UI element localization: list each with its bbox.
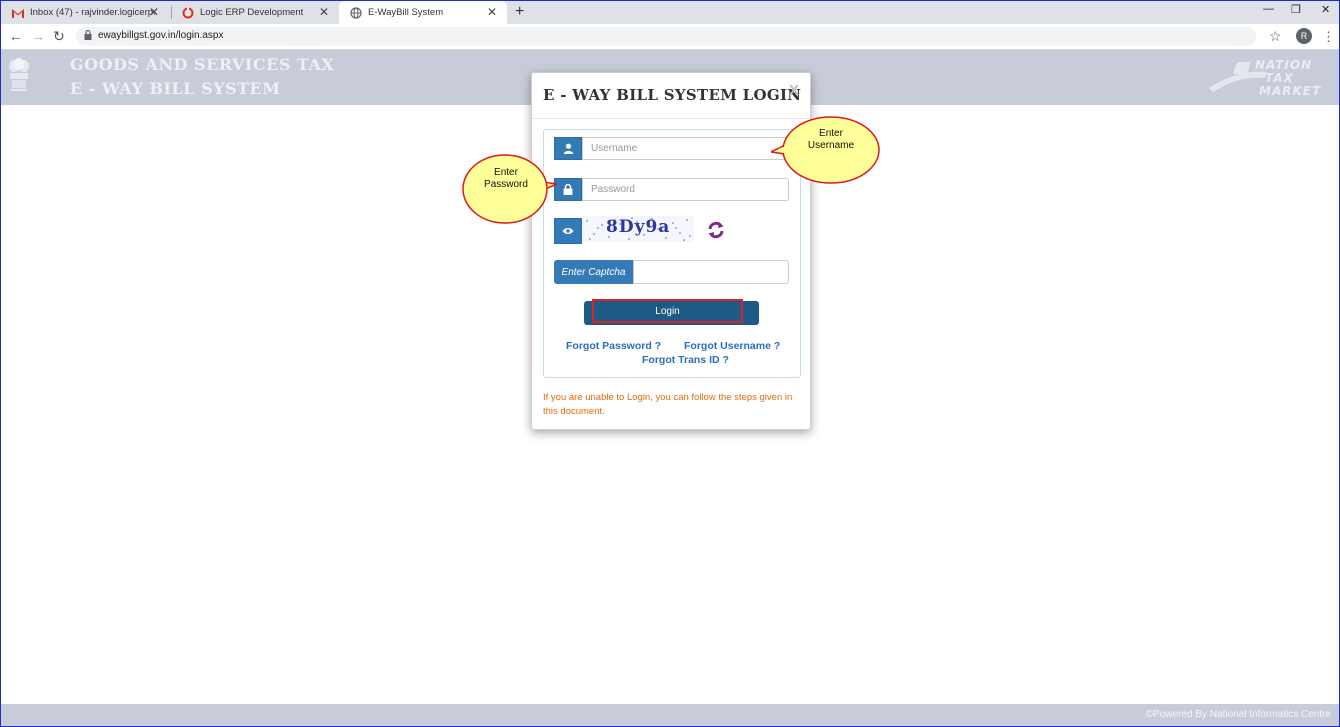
profile-avatar[interactable]: R bbox=[1296, 28, 1312, 44]
address-bar[interactable]: ewaybillgst.gov.in/login.aspx bbox=[76, 27, 1256, 46]
new-tab-button[interactable]: + bbox=[515, 3, 524, 21]
forgot-trans-id-link[interactable]: Forgot Trans ID ? bbox=[642, 354, 729, 366]
tab-logic-erp[interactable]: Logic ERP Development ✕ bbox=[171, 1, 339, 24]
tab-title: Logic ERP Development bbox=[200, 7, 304, 18]
close-tab-icon[interactable]: ✕ bbox=[149, 5, 159, 19]
close-window-icon[interactable]: ✕ bbox=[1321, 3, 1330, 16]
tab-eway-bill[interactable]: E-WayBill System ✕ bbox=[339, 1, 507, 24]
close-tab-icon[interactable]: ✕ bbox=[487, 5, 497, 19]
gmail-icon bbox=[11, 6, 24, 19]
login-modal: E - WAY BILL SYSTEM LOGIN X Username 8Dy… bbox=[531, 72, 811, 430]
captcha-eye-group bbox=[554, 218, 582, 244]
modal-divider bbox=[532, 118, 810, 119]
bookmark-star-icon[interactable]: ☆ bbox=[1269, 28, 1282, 45]
password-callout: Enter Password bbox=[461, 154, 557, 226]
forward-icon[interactable]: → bbox=[31, 28, 45, 44]
page-footer: ©Powered By National Informatics Centre bbox=[1, 704, 1339, 726]
captcha-input-group: Enter Captcha bbox=[554, 260, 789, 284]
globe-icon bbox=[349, 6, 362, 19]
tab-strip: Inbox (47) - rajvinder.logicerp@g ✕ Logi… bbox=[1, 1, 1339, 24]
login-form-panel: 8Dy9a Enter Captcha Login Forgot Passwor… bbox=[543, 129, 801, 378]
tab-title: Inbox (47) - rajvinder.logicerp@g bbox=[30, 7, 155, 18]
forgot-password-link[interactable]: Forgot Password ? bbox=[566, 340, 661, 352]
navigation-bar: ← → ↻ ewaybillgst.gov.in/login.aspx ☆ R … bbox=[1, 24, 1339, 50]
menu-kebab-icon[interactable]: ⋮ bbox=[1322, 29, 1335, 45]
user-icon bbox=[554, 137, 582, 160]
password-group bbox=[554, 178, 789, 201]
refresh-captcha-icon[interactable] bbox=[706, 220, 726, 240]
lock-icon bbox=[84, 29, 92, 42]
header-title-line2: E - WAY BILL SYSTEM bbox=[70, 79, 281, 98]
national-emblem-icon bbox=[9, 58, 29, 91]
url-text: ewaybillgst.gov.in/login.aspx bbox=[98, 30, 224, 41]
nation-tax-market-logo: NATION TAX MARKET bbox=[1207, 58, 1327, 100]
password-input[interactable] bbox=[582, 178, 789, 201]
login-button[interactable]: Login bbox=[584, 299, 759, 325]
browser-window: Inbox (47) - rajvinder.logicerp@g ✕ Logi… bbox=[0, 0, 1340, 727]
modal-title: E - WAY BILL SYSTEM LOGIN bbox=[543, 86, 802, 104]
captcha-label: Enter Captcha bbox=[554, 260, 633, 284]
lock-icon bbox=[554, 178, 582, 201]
restore-icon[interactable]: ❐ bbox=[1291, 3, 1301, 16]
minimize-icon[interactable]: — bbox=[1263, 3, 1274, 15]
close-tab-icon[interactable]: ✕ bbox=[319, 5, 329, 19]
logic-erp-icon bbox=[181, 6, 194, 19]
forgot-username-link[interactable]: Forgot Username ? bbox=[684, 340, 780, 352]
close-modal-button[interactable]: X bbox=[789, 82, 799, 99]
captcha-input[interactable] bbox=[633, 260, 789, 284]
tab-title: E-WayBill System bbox=[368, 7, 444, 18]
back-icon[interactable]: ← bbox=[9, 28, 23, 44]
header-title-line1: GOODS AND SERVICES TAX bbox=[70, 55, 335, 74]
username-callout: Enter Username bbox=[771, 116, 881, 186]
username-input[interactable] bbox=[582, 137, 789, 160]
captcha-image: 8Dy9a bbox=[582, 216, 694, 242]
login-button-label: Login bbox=[592, 299, 743, 323]
reload-icon[interactable]: ↻ bbox=[53, 28, 65, 45]
tab-gmail-inbox[interactable]: Inbox (47) - rajvinder.logicerp@g ✕ bbox=[1, 1, 169, 24]
footer-text: ©Powered By National Informatics Centre bbox=[1145, 709, 1331, 720]
captcha-text: 8Dy9a bbox=[606, 217, 671, 237]
help-note[interactable]: If you are unable to Login, you can foll… bbox=[543, 391, 805, 419]
eye-icon[interactable] bbox=[554, 218, 582, 244]
username-group bbox=[554, 137, 789, 160]
